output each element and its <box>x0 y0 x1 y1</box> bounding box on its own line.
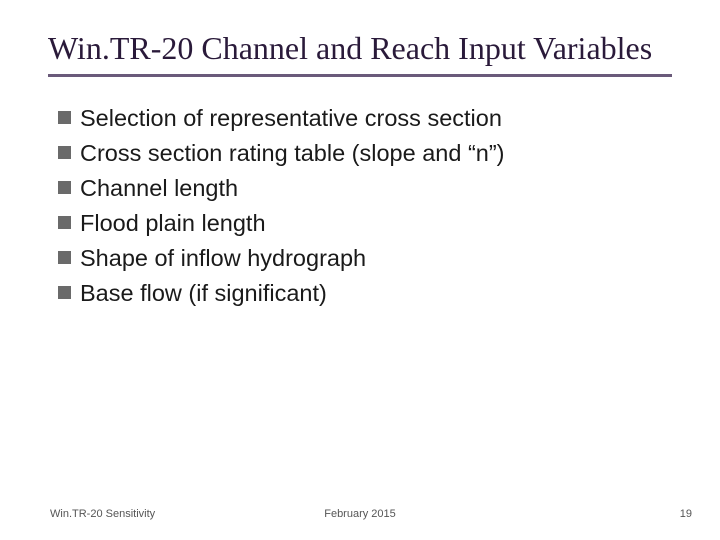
footer-center-text: February 2015 <box>324 508 396 520</box>
list-item: Cross section rating table (slope and “n… <box>58 138 672 168</box>
list-item: Channel length <box>58 173 672 203</box>
list-item: Base flow (if significant) <box>58 278 672 308</box>
slide-container: Win.TR-20 Channel and Reach Input Variab… <box>0 0 720 540</box>
square-bullet-icon <box>58 111 71 124</box>
bullet-text: Flood plain length <box>80 208 266 238</box>
footer-left-text: Win.TR-20 Sensitivity <box>50 508 155 520</box>
bullet-text: Channel length <box>80 173 238 203</box>
square-bullet-icon <box>58 216 71 229</box>
list-item: Shape of inflow hydrograph <box>58 243 672 273</box>
title-underline <box>48 74 672 77</box>
bullet-text: Selection of representative cross sectio… <box>80 103 502 133</box>
bullet-text: Shape of inflow hydrograph <box>80 243 366 273</box>
square-bullet-icon <box>58 146 71 159</box>
slide-title: Win.TR-20 Channel and Reach Input Variab… <box>48 28 672 68</box>
bullet-text: Base flow (if significant) <box>80 278 327 308</box>
square-bullet-icon <box>58 286 71 299</box>
bullet-list: Selection of representative cross sectio… <box>48 103 672 308</box>
square-bullet-icon <box>58 251 71 264</box>
slide-number: 19 <box>680 508 692 520</box>
square-bullet-icon <box>58 181 71 194</box>
slide-footer: Win.TR-20 Sensitivity February 2015 19 <box>0 508 720 520</box>
list-item: Flood plain length <box>58 208 672 238</box>
bullet-text: Cross section rating table (slope and “n… <box>80 138 505 168</box>
list-item: Selection of representative cross sectio… <box>58 103 672 133</box>
